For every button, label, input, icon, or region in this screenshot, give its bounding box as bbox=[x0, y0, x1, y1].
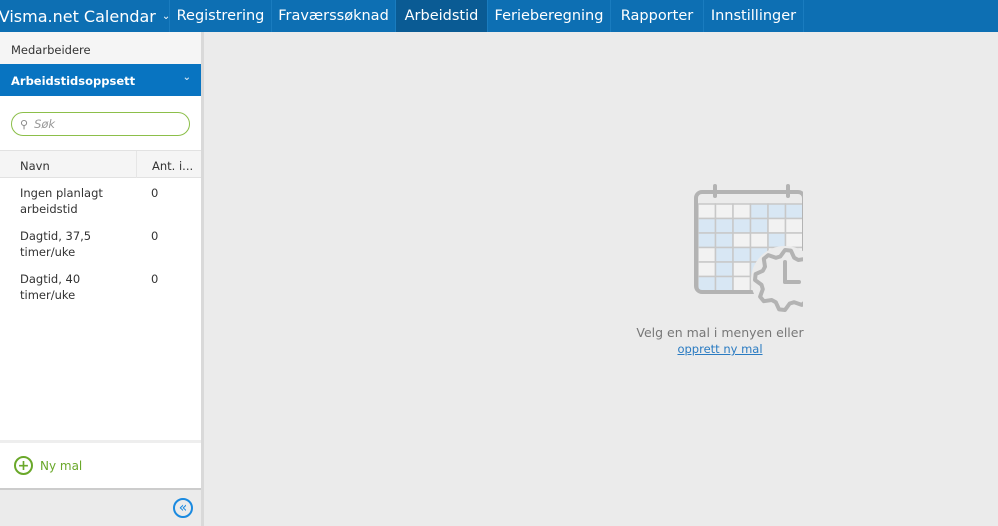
table-row[interactable]: Dagtid, 37,5 timer/uke 0 bbox=[0, 221, 201, 264]
collapse-bar: « bbox=[0, 490, 201, 526]
top-navigation: Visma.net Calendar ⌄ Registrering Fraværs… bbox=[0, 0, 998, 32]
column-navn[interactable]: Navn bbox=[0, 151, 50, 177]
section-label: Arbeidstidsoppsett bbox=[11, 74, 136, 88]
row-count: 0 bbox=[151, 272, 159, 286]
empty-message: Velg en mal i menyen eller bbox=[636, 325, 804, 340]
calendar-clock-icon bbox=[693, 184, 819, 314]
app-switcher[interactable]: Visma.net Calendar ⌄ bbox=[0, 0, 170, 32]
section-medarbeidere[interactable]: Medarbeidere bbox=[0, 32, 201, 64]
nav-ferieberegning[interactable]: Ferieberegning bbox=[488, 0, 611, 32]
nav-innstillinger[interactable]: Innstillinger bbox=[704, 0, 804, 32]
empty-state: Velg en mal i menyen eller opprett ny ma… bbox=[620, 182, 820, 356]
table-header: Navn Ant. i... bbox=[0, 150, 201, 178]
plus-circle-icon: + bbox=[14, 456, 33, 475]
nav-registrering[interactable]: Registrering bbox=[170, 0, 272, 32]
row-count: 0 bbox=[151, 186, 159, 200]
new-template-button[interactable]: + Ny mal bbox=[0, 440, 201, 490]
nav-fravaerssoknad[interactable]: Fraværssøknad bbox=[272, 0, 396, 32]
nav-rapporter[interactable]: Rapporter bbox=[611, 0, 704, 32]
sidebar: Medarbeidere Arbeidstidsoppsett ⌄ ⚲ Søk Na… bbox=[0, 32, 204, 526]
row-name: Dagtid, 37,5 timer/uke bbox=[20, 229, 92, 259]
table-row[interactable]: Dagtid, 40 timer/uke 0 bbox=[0, 264, 201, 307]
app-title: Visma.net Calendar bbox=[0, 6, 156, 26]
search-icon: ⚲ bbox=[20, 117, 29, 131]
section-arbeidstidsoppsett[interactable]: Arbeidstidsoppsett ⌄ bbox=[0, 64, 201, 96]
search-placeholder: Søk bbox=[34, 117, 56, 131]
column-antall[interactable]: Ant. i... bbox=[136, 151, 193, 178]
row-name: Ingen planlagt arbeidstid bbox=[20, 186, 103, 216]
search-input[interactable]: ⚲ Søk bbox=[11, 112, 190, 136]
chevron-down-icon: ⌄ bbox=[182, 72, 191, 83]
nav-arbeidstid[interactable]: Arbeidstid bbox=[396, 0, 488, 32]
collapse-sidebar-icon[interactable]: « bbox=[173, 498, 193, 518]
row-name: Dagtid, 40 timer/uke bbox=[20, 272, 81, 302]
chevron-down-icon: ⌄ bbox=[161, 10, 171, 22]
table-row[interactable]: Ingen planlagt arbeidstid 0 bbox=[0, 178, 201, 221]
row-count: 0 bbox=[151, 229, 159, 243]
new-template-label: Ny mal bbox=[40, 458, 83, 473]
create-template-link[interactable]: opprett ny mal bbox=[620, 342, 820, 356]
